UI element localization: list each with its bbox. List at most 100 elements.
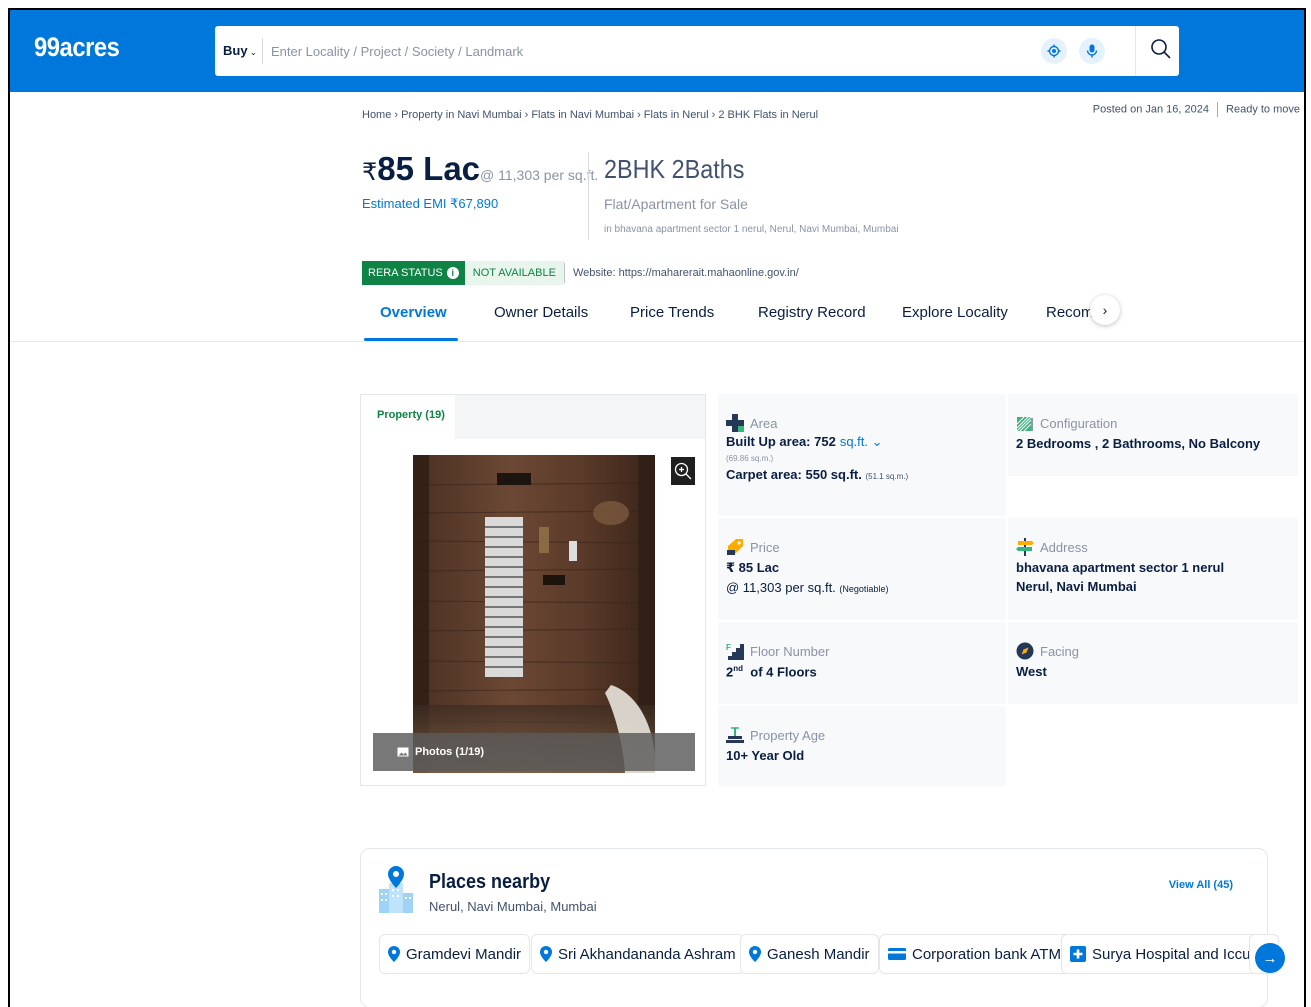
price-amount: 85 Lac [377, 150, 481, 187]
tab-owner-details[interactable]: Owner Details [494, 302, 588, 342]
floor-value: 2nd of 4 Floors [726, 664, 817, 680]
tab-price-trends[interactable]: Price Trends [630, 302, 714, 342]
divider [1217, 102, 1219, 117]
search-bar: Buy ⌄ [215, 26, 1179, 76]
image-icon [397, 747, 409, 757]
carpet-area: Carpet area: 550 sq.ft. (51.1 sq.m.) [726, 467, 909, 482]
tabs-divider [10, 341, 1304, 342]
tab-explore-locality[interactable]: Explore Locality [902, 302, 1008, 342]
hourglass-icon [726, 727, 744, 743]
rera-status-badge[interactable]: RERA STATUS i [362, 261, 465, 285]
divider [588, 152, 589, 240]
price-per-sqft: @ 11,303 per sq.ft. [480, 167, 599, 183]
tab-registry-record[interactable]: Registry Record [758, 302, 866, 342]
atm-card-icon [888, 948, 906, 960]
photo-gallery: Property (19) Photos (1/19) [360, 394, 706, 786]
breadcrumb[interactable]: Home › Property in Navi Mumbai › Flats i… [362, 109, 818, 121]
microphone-icon [1086, 44, 1098, 58]
arrow-right-icon: → [1262, 949, 1278, 967]
price-label: Price [726, 538, 1006, 556]
tabs-next-button[interactable]: › [1090, 295, 1120, 325]
place-chip[interactable]: Gramdevi Mandir [379, 934, 531, 974]
zoom-button[interactable] [671, 457, 695, 485]
place-chip[interactable]: Surya Hospital and Iccu [1061, 934, 1260, 974]
property-photo[interactable] [413, 455, 655, 773]
place-chip[interactable]: Ganesh Mandir [740, 934, 879, 974]
location-pin-icon [388, 946, 400, 962]
rera-bar: RERA STATUS i NOT AVAILABLE Website: http… [362, 261, 799, 285]
rera-status-value: NOT AVAILABLE [464, 261, 564, 285]
property-type: Flat/Apartment for Sale [604, 196, 748, 212]
property-title: 2BHK 2Baths [604, 154, 745, 184]
rera-website[interactable]: Website: https://maharerait.mahaonline.g… [573, 267, 799, 279]
divider [262, 38, 263, 64]
compass-icon [1016, 642, 1034, 660]
divider [563, 263, 565, 283]
location-pin-icon [749, 946, 761, 962]
address-label: Address [1016, 538, 1298, 556]
chevron-down-icon: ⌄ [249, 47, 258, 57]
locate-me-button[interactable] [1041, 38, 1067, 64]
floor-card: F Floor Number 2nd of 4 Floors [718, 622, 1006, 704]
buy-label: Buy [223, 43, 248, 58]
possession-status: Ready to move [1226, 103, 1300, 116]
area-icon [726, 414, 744, 432]
price-tag-icon [727, 539, 743, 555]
place-chip[interactable]: Corporation bank ATM [879, 934, 1070, 974]
rera-badge-label: RERA STATUS [368, 267, 443, 279]
top-header: 99acres Buy ⌄ [10, 10, 1304, 92]
door-photo [413, 455, 655, 773]
city-location-icon [379, 866, 413, 913]
post-info: Posted on Jan 16, 2024 Ready to move [1093, 102, 1300, 117]
crosshair-icon [1047, 44, 1061, 58]
price-card: Price ₹ 85 Lac @ 11,303 per sq.ft. (Nego… [718, 518, 1006, 620]
buy-dropdown[interactable]: Buy ⌄ [223, 43, 257, 58]
builtup-area-sqm: (69.86 sq.m.) [726, 454, 774, 463]
svg-text:F: F [726, 643, 731, 652]
price-per-sqft-detail: @ 11,303 per sq.ft. (Negotiable) [726, 580, 889, 595]
area-card: Area Built Up area: 752 sq.ft. ⌄ (69.86 s… [718, 394, 1006, 516]
configuration-label: Configuration [1016, 414, 1298, 432]
property-age-label: Property Age [726, 726, 1006, 744]
photo-count-bar[interactable]: Photos (1/19) [373, 733, 695, 771]
property-age-value: 10+ Year Old [726, 748, 805, 763]
photo-count-label: Photos (1/19) [415, 746, 485, 758]
places-next-button[interactable]: → [1255, 943, 1285, 973]
area-label: Area [726, 414, 1006, 432]
facing-label: Facing [1016, 642, 1298, 660]
view-all-link[interactable]: View All (45) [1169, 879, 1233, 891]
search-button[interactable] [1150, 38, 1172, 65]
places-subtitle: Nerul, Navi Mumbai, Mumbai [429, 899, 597, 914]
search-input[interactable] [271, 36, 1011, 66]
zoom-in-icon [674, 462, 692, 480]
configuration-card: Configuration 2 Bedrooms , 2 Bathrooms, … [1008, 394, 1298, 476]
chevron-right-icon: › [1102, 302, 1108, 318]
address-line-2: Nerul, Navi Mumbai [1016, 579, 1137, 594]
floorplan-icon [1016, 416, 1033, 432]
voice-search-button[interactable] [1079, 38, 1105, 64]
info-icon: i [446, 267, 459, 279]
search-icon [1151, 39, 1171, 59]
builtup-area: Built Up area: 752 sq.ft. ⌄ [726, 434, 883, 449]
price-heading: ₹85 Lac@ 11,303 per sq.ft. [362, 150, 598, 188]
places-title: Places nearby [429, 871, 551, 893]
posted-date: Posted on Jan 16, 2024 [1092, 103, 1210, 116]
place-chip[interactable]: Sri Akhandananda Ashram [531, 934, 745, 974]
price-value: ₹ 85 Lac [726, 560, 780, 575]
signpost-icon [1016, 538, 1034, 556]
hospital-icon [1070, 946, 1086, 962]
unit-dropdown[interactable]: sq.ft. ⌄ [840, 434, 883, 449]
gallery-tabbar: Property (19) [361, 395, 705, 439]
floor-label: F Floor Number [726, 643, 830, 660]
places-nearby-card: Places nearby Nerul, Navi Mumbai, Mumbai… [360, 848, 1285, 1007]
address-line-1: bhavana apartment sector 1 nerul [1016, 560, 1225, 575]
emi-link[interactable]: Estimated EMI ₹67,890 [362, 196, 498, 212]
location-pin-icon [540, 946, 552, 962]
tab-overview[interactable]: Overview [380, 302, 447, 342]
gallery-tab-property[interactable]: Property (19) [361, 395, 455, 439]
address-card: Address bhavana apartment sector 1 nerul… [1008, 518, 1298, 620]
site-logo[interactable]: 99acres [34, 32, 120, 63]
currency-symbol: ₹ [362, 159, 378, 186]
property-location: in bhavana apartment sector 1 nerul, Ner… [604, 224, 899, 235]
facing-value: West [1016, 664, 1047, 679]
